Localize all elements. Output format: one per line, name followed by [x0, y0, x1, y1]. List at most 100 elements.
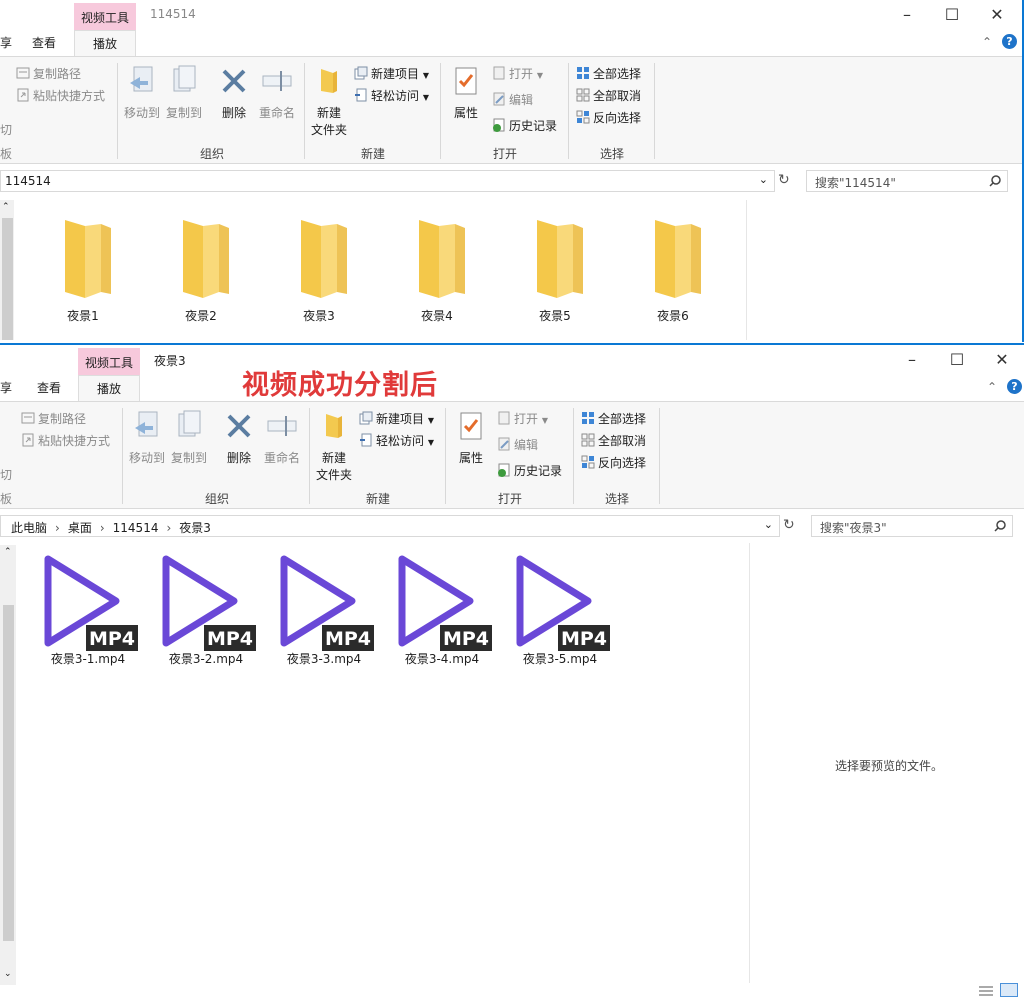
invert-selection-button[interactable]: 反向选择 [581, 454, 646, 471]
new-folder-button[interactable]: 新建 文件夹 [308, 65, 350, 138]
maximize-button[interactable]: ☐ [946, 349, 968, 371]
group-divider [117, 63, 118, 159]
cut-button[interactable]: 切 [0, 466, 12, 483]
chevron-down-icon[interactable]: ⌄ [764, 518, 773, 531]
folder-item[interactable]: 夜景4 [394, 214, 480, 324]
easy-access-button[interactable]: 轻松访问 ▼ [359, 432, 434, 449]
refresh-icon[interactable]: ↻ [778, 172, 790, 188]
video-file-item[interactable]: MP4 夜景3-3.mp4 [274, 553, 374, 667]
properties-button[interactable]: 属性 [453, 410, 489, 466]
open-button[interactable]: 打开 ▼ [492, 65, 543, 82]
folder-item[interactable]: 夜景5 [512, 214, 598, 324]
rename-button[interactable]: 重命名 [256, 65, 298, 121]
select-none-button[interactable]: 全部取消 [581, 432, 646, 449]
search-placeholder: 搜索"114514" [815, 176, 896, 190]
tab-view[interactable]: 查看 [37, 379, 61, 396]
invert-selection-button[interactable]: 反向选择 [576, 109, 641, 126]
select-all-button[interactable]: 全部选择 [576, 65, 641, 82]
tab-view[interactable]: 查看 [32, 34, 56, 51]
chevron-right-icon[interactable]: › [100, 521, 105, 535]
video-file-item[interactable]: MP4 夜景3-4.mp4 [392, 553, 492, 667]
delete-button[interactable]: 删除 [214, 65, 254, 121]
select-all-icon [577, 67, 589, 79]
dropdown-arrow-icon: ▼ [422, 71, 429, 80]
chevron-down-icon[interactable]: ⌄ [759, 173, 768, 186]
easy-access-button[interactable]: 轻松访问 ▼ [354, 87, 429, 104]
open-button[interactable]: 打开 ▼ [497, 410, 548, 427]
collapse-ribbon-icon[interactable]: ⌃ [987, 380, 997, 394]
cut-button[interactable]: 切 [0, 121, 12, 138]
select-all-button[interactable]: 全部选择 [581, 410, 646, 427]
tab-play[interactable]: 播放 [74, 30, 136, 56]
chevron-right-icon[interactable]: › [55, 521, 60, 535]
video-file-item[interactable]: MP4 夜景3-1.mp4 [38, 553, 138, 667]
search-box[interactable]: 搜索"114514" [806, 170, 1008, 192]
breadcrumb-desktop[interactable]: 桌面 [68, 521, 92, 535]
history-button[interactable]: 历史记录 [497, 462, 562, 479]
breadcrumb-this-pc[interactable]: 此电脑 [11, 521, 47, 535]
group-divider [654, 63, 655, 159]
paste-shortcut-button[interactable]: 粘贴快捷方式 [21, 432, 110, 449]
folder-item[interactable]: 夜景1 [40, 214, 126, 324]
select-none-button[interactable]: 全部取消 [576, 87, 641, 104]
details-view-icon[interactable] [978, 985, 994, 1000]
collapse-ribbon-icon[interactable]: ⌃ [982, 35, 992, 49]
minimize-button[interactable]: – [896, 4, 918, 26]
close-button[interactable]: ✕ [986, 4, 1008, 26]
vertical-scrollbar[interactable]: ⌃ [0, 200, 14, 340]
scrollbar-thumb[interactable] [2, 218, 13, 340]
title-bar: 视频工具 114514 – ☐ ✕ [0, 0, 1022, 33]
minimize-button[interactable]: – [901, 349, 923, 371]
breadcrumb-yejing3[interactable]: 夜景3 [179, 521, 211, 535]
copy-path-button[interactable]: 复制路径 [21, 410, 86, 427]
easy-access-icon [360, 433, 372, 447]
refresh-icon[interactable]: ↻ [783, 517, 795, 533]
folder-item[interactable]: 夜景2 [158, 214, 244, 324]
address-bar[interactable]: 此电脑 › 桌面 › 114514 › 夜景3 ⌄ [0, 515, 780, 537]
scroll-up-icon[interactable]: ⌃ [2, 202, 10, 212]
file-list: MP4 夜景3-1.mp4 MP4 夜景3-2.mp4 MP4 夜景3-3.mp4 MP4 夜… [18, 545, 748, 985]
new-item-button[interactable]: 新建项目 ▼ [354, 65, 429, 82]
tab-play[interactable]: 播放 [78, 375, 140, 401]
tab-share[interactable]: 享 [0, 379, 12, 396]
folder-item[interactable]: 夜景3 [276, 214, 362, 324]
tab-share[interactable]: 享 [0, 34, 12, 51]
close-button[interactable]: ✕ [991, 349, 1013, 371]
edit-button[interactable]: 编辑 [497, 436, 538, 453]
help-icon[interactable]: ? [1002, 34, 1017, 49]
invert-selection-label: 反向选择 [593, 111, 642, 125]
history-icon [493, 118, 505, 132]
rename-icon [262, 71, 292, 91]
scroll-down-icon[interactable]: ⌄ [4, 969, 12, 979]
video-tools-context-tab[interactable]: 视频工具 [78, 348, 140, 378]
video-file-item[interactable]: MP4 夜景3-2.mp4 [156, 553, 256, 667]
copy-to-button[interactable]: 复制到 [169, 410, 209, 466]
dropdown-arrow-icon: ▼ [422, 93, 429, 102]
scrollbar-thumb[interactable] [3, 605, 14, 941]
folder-item[interactable]: 夜景6 [630, 214, 716, 324]
copy-path-button[interactable]: 复制路径 [16, 65, 81, 82]
copy-to-button[interactable]: 复制到 [164, 65, 204, 121]
video-tools-context-tab[interactable]: 视频工具 [74, 3, 136, 33]
address-bar[interactable]: 114514 ⌄ [0, 170, 775, 192]
maximize-button[interactable]: ☐ [941, 4, 963, 26]
history-button[interactable]: 历史记录 [492, 117, 557, 134]
breadcrumb-114514[interactable]: 114514 [113, 521, 159, 535]
delete-button[interactable]: 删除 [219, 410, 259, 466]
large-icons-view-icon[interactable] [1000, 983, 1018, 997]
paste-shortcut-button[interactable]: 粘贴快捷方式 [16, 87, 105, 104]
new-item-button[interactable]: 新建项目 ▼ [359, 410, 434, 427]
vertical-scrollbar[interactable]: ⌃ ⌄ [0, 545, 16, 985]
help-icon[interactable]: ? [1007, 379, 1022, 394]
chevron-right-icon[interactable]: › [166, 521, 171, 535]
search-box[interactable]: 搜索"夜景3" [811, 515, 1013, 537]
video-file-item[interactable]: MP4 夜景3-5.mp4 [510, 553, 610, 667]
rename-button[interactable]: 重命名 [261, 410, 303, 466]
folder-name: 夜景4 [421, 309, 453, 323]
edit-button[interactable]: 编辑 [492, 91, 533, 108]
new-folder-button[interactable]: 新建 文件夹 [313, 410, 355, 483]
scroll-up-icon[interactable]: ⌃ [4, 547, 12, 557]
move-to-button[interactable]: 移动到 [122, 65, 162, 121]
properties-button[interactable]: 属性 [448, 65, 484, 121]
move-to-button[interactable]: 移动到 [127, 410, 167, 466]
